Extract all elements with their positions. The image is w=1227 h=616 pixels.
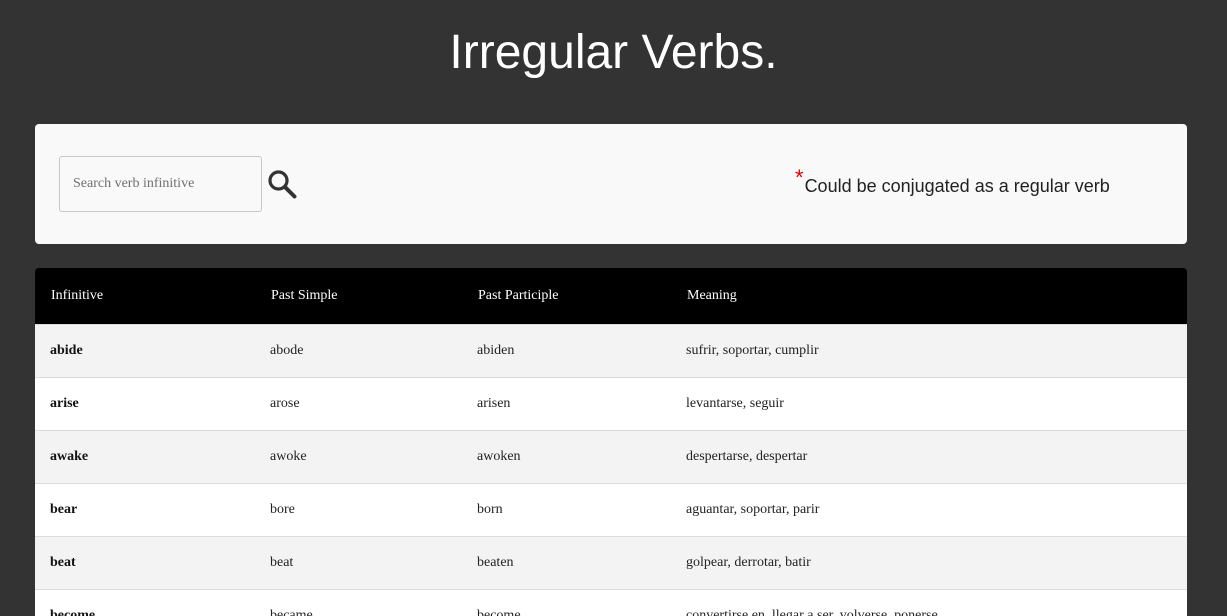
table-row[interactable]: awake awoke awoken despertarse, desperta… bbox=[35, 429, 1187, 483]
column-header-past-simple[interactable]: Past Simple bbox=[255, 268, 462, 324]
cell-past-simple: abode bbox=[255, 323, 462, 377]
search-icon bbox=[268, 170, 297, 199]
cell-past-participle: abiden bbox=[462, 323, 671, 377]
cell-past-simple: awoke bbox=[255, 429, 462, 483]
search-panel: *Could be conjugated as a regular verb bbox=[35, 124, 1187, 244]
cell-meaning: aguantar, soportar, parir bbox=[671, 482, 1187, 536]
cell-meaning: golpear, derrotar, batir bbox=[671, 535, 1187, 589]
cell-past-simple: became bbox=[255, 588, 462, 616]
cell-meaning: levantarse, seguir bbox=[671, 376, 1187, 430]
cell-infinitive: arise bbox=[35, 376, 255, 430]
table-row[interactable]: become became become convertirse en, lle… bbox=[35, 588, 1187, 616]
cell-past-participle: arisen bbox=[462, 376, 671, 430]
column-header-meaning[interactable]: Meaning bbox=[671, 268, 1187, 324]
cell-past-simple: arose bbox=[255, 376, 462, 430]
table-header-row: Infinitive Past Simple Past Participle M… bbox=[35, 268, 1187, 324]
legend-asterisk: * bbox=[795, 165, 804, 190]
table-row[interactable]: beat beat beaten golpear, derrotar, bati… bbox=[35, 535, 1187, 589]
verbs-table: Infinitive Past Simple Past Participle M… bbox=[35, 268, 1187, 616]
cell-infinitive: beat bbox=[35, 535, 255, 589]
cell-past-participle: awoken bbox=[462, 429, 671, 483]
cell-meaning: convertirse en, llegar a ser, volverse, … bbox=[671, 588, 1187, 616]
table-row[interactable]: arise arose arisen levantarse, seguir bbox=[35, 376, 1187, 430]
table-row[interactable]: abide abode abiden sufrir, soportar, cum… bbox=[35, 323, 1187, 377]
regular-verb-legend: *Could be conjugated as a regular verb bbox=[795, 165, 1110, 198]
search-button[interactable] bbox=[264, 166, 300, 202]
cell-meaning: sufrir, soportar, cumplir bbox=[671, 323, 1187, 377]
column-header-infinitive[interactable]: Infinitive bbox=[35, 268, 255, 324]
legend-text: Could be conjugated as a regular verb bbox=[804, 176, 1110, 196]
search-input[interactable] bbox=[59, 156, 262, 212]
table-row[interactable]: bear bore born aguantar, soportar, parir bbox=[35, 482, 1187, 536]
cell-meaning: despertarse, despertar bbox=[671, 429, 1187, 483]
cell-past-participle: born bbox=[462, 482, 671, 536]
page-title: Irregular Verbs. bbox=[449, 26, 778, 79]
cell-infinitive: become bbox=[35, 588, 255, 616]
column-header-past-participle[interactable]: Past Participle bbox=[462, 268, 671, 324]
cell-infinitive: awake bbox=[35, 429, 255, 483]
cell-infinitive: abide bbox=[35, 323, 255, 377]
cell-infinitive: bear bbox=[35, 482, 255, 536]
cell-past-participle: beaten bbox=[462, 535, 671, 589]
cell-past-participle: become bbox=[462, 588, 671, 616]
cell-past-simple: bore bbox=[255, 482, 462, 536]
cell-past-simple: beat bbox=[255, 535, 462, 589]
